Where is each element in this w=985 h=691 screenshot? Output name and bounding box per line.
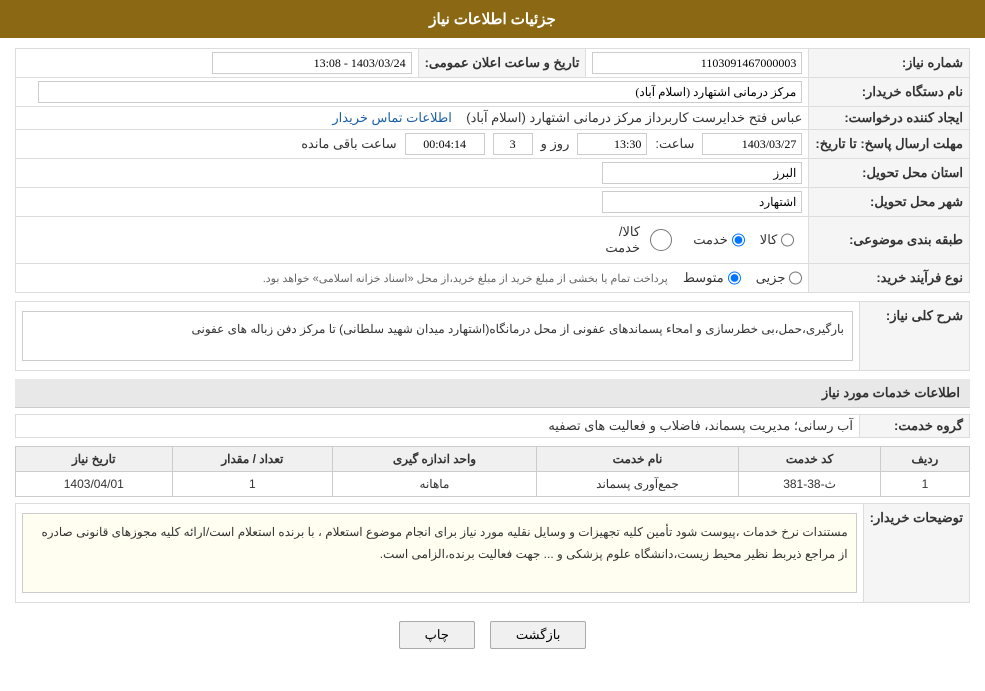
province-label: استان محل تحویل: — [809, 159, 970, 188]
city-input[interactable] — [602, 191, 802, 213]
table-cell-service_code: ث-38-381 — [739, 472, 881, 497]
need-number-label: شماره نیاز: — [809, 49, 970, 78]
radio-motovaset[interactable] — [728, 267, 741, 289]
buyer-org-value — [16, 78, 809, 107]
description-label: شرح کلی نیاز: — [860, 302, 970, 371]
description-value: بارگیری،حمل،بی خطرسازی و امحاء پسماندهای… — [16, 302, 860, 371]
buyer-org-input[interactable] — [38, 81, 803, 103]
process-note: پرداخت تمام یا بخشی از مبلغ خرید از مبلغ… — [263, 272, 668, 285]
buyer-notes-label: توضیحات خریدار: — [863, 504, 969, 603]
col-unit: واحد اندازه گیری — [333, 447, 537, 472]
date-value — [16, 49, 419, 78]
back-button[interactable]: بازگشت — [490, 621, 586, 649]
col-service-code: کد خدمت — [739, 447, 881, 472]
buyer-org-label: نام دستگاه خریدار: — [809, 78, 970, 107]
deadline-time-input[interactable] — [577, 133, 647, 155]
need-number-value — [586, 49, 809, 78]
deadline-value: ساعت: روز و ساعت باقی مانده — [16, 130, 809, 159]
button-bar: بازگشت چاپ — [15, 611, 970, 659]
radio-kala[interactable] — [781, 229, 794, 251]
date-input[interactable] — [212, 52, 412, 74]
deadline-date-input[interactable] — [702, 133, 802, 155]
category-label: طبقه بندی موضوعی: — [809, 217, 970, 264]
buyer-notes-value: مستندات نرخ خدمات ،پیوست شود تأمین کلیه … — [16, 504, 864, 603]
creator-value: عباس فتح خدایرست کاربرداز مرکز درمانی اش… — [16, 107, 809, 130]
table-cell-row_num: 1 — [880, 472, 969, 497]
table-cell-date: 1403/04/01 — [16, 472, 173, 497]
page-header: جزئیات اطلاعات نیاز — [0, 0, 985, 38]
creator-label: ایجاد کننده درخواست: — [809, 107, 970, 130]
radio-khedmat[interactable] — [732, 229, 745, 251]
city-value — [16, 188, 809, 217]
col-row-num: ردیف — [880, 447, 969, 472]
creator-link[interactable]: اطلاعات تماس خریدار — [332, 110, 451, 125]
service-group-label: گروه خدمت: — [860, 415, 970, 438]
table-row: 1ث-38-381جمع‌آوری پسماندماهانه11403/04/0… — [16, 472, 970, 497]
service-group-value: آب رسانی؛ مدیریت پسماند، فاضلاب و فعالیت… — [16, 415, 860, 438]
buyer-notes-box: مستندات نرخ خدمات ،پیوست شود تأمین کلیه … — [22, 513, 857, 593]
page-title: جزئیات اطلاعات نیاز — [429, 11, 556, 28]
table-cell-quantity: 1 — [172, 472, 333, 497]
print-button[interactable]: چاپ — [399, 621, 475, 649]
deadline-days-input[interactable] — [493, 133, 533, 155]
table-cell-unit: ماهانه — [333, 472, 537, 497]
col-quantity: تعداد / مقدار — [172, 447, 333, 472]
col-date: تاریخ نیاز — [16, 447, 173, 472]
col-service-name: نام خدمت — [536, 447, 738, 472]
category-value: کالا خدمت کالا/خدمت — [16, 217, 809, 264]
need-number-input[interactable] — [592, 52, 802, 74]
services-section-title: اطلاعات خدمات مورد نیاز — [15, 379, 970, 408]
radio-kala-khedmat[interactable] — [644, 229, 678, 251]
province-value — [16, 159, 809, 188]
date-label: تاریخ و ساعت اعلان عمومی: — [418, 49, 586, 78]
city-label: شهر محل تحویل: — [809, 188, 970, 217]
process-value: جزیی متوسط پرداخت تمام یا بخشی از مبلغ خ… — [16, 264, 809, 293]
table-cell-service_name: جمع‌آوری پسماند — [536, 472, 738, 497]
description-box: بارگیری،حمل،بی خطرسازی و امحاء پسماندهای… — [22, 311, 853, 361]
deadline-remaining-input[interactable] — [405, 133, 485, 155]
process-label: نوع فرآیند خرید: — [809, 264, 970, 293]
radio-joz[interactable] — [789, 267, 802, 289]
deadline-label: مهلت ارسال پاسخ: تا تاریخ: — [809, 130, 970, 159]
province-input[interactable] — [602, 162, 802, 184]
